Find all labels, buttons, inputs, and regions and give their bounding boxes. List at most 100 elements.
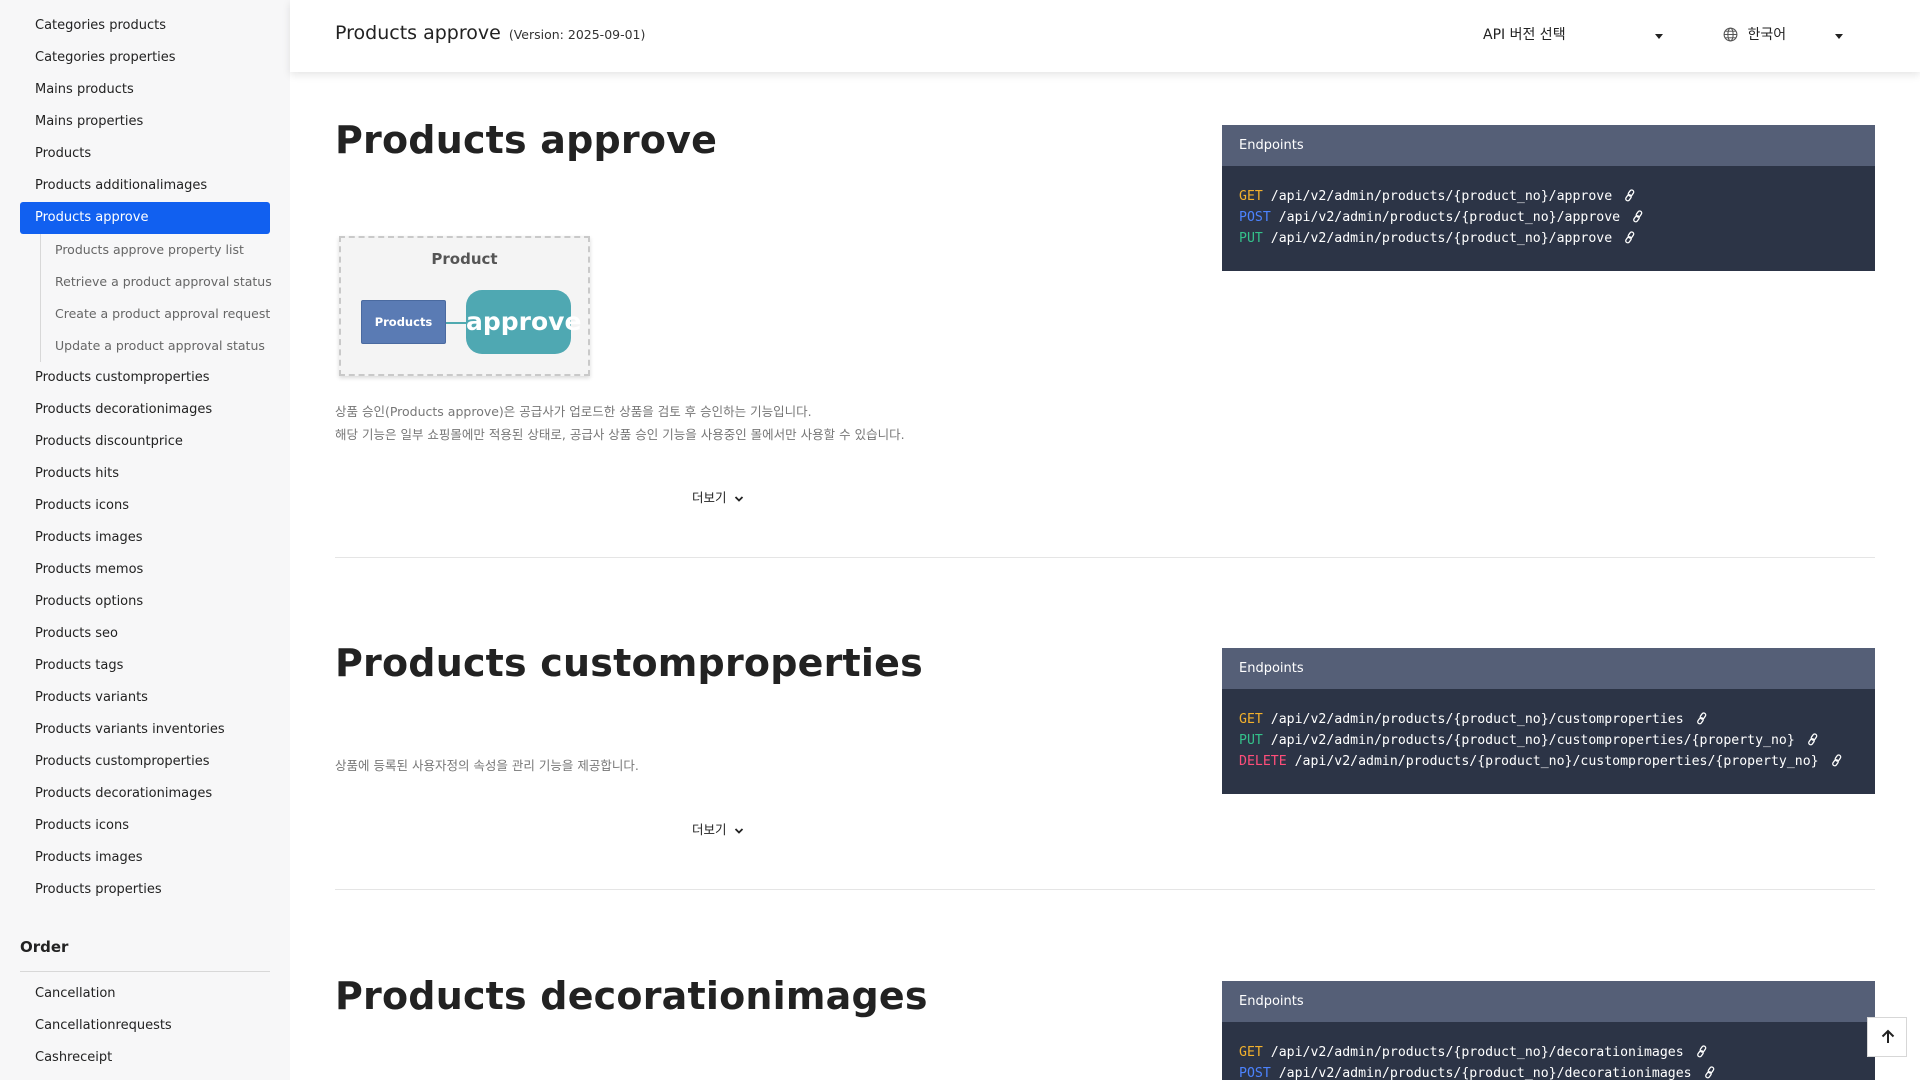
scroll-to-top-button[interactable] bbox=[1867, 1017, 1907, 1057]
endpoint-path: /api/v2/admin/products/{product_no}/deco… bbox=[1278, 1066, 1692, 1080]
sidebar-item-products-images[interactable]: Products images bbox=[20, 522, 270, 554]
diagram-box-products: Products bbox=[361, 300, 446, 344]
http-method-get: GET bbox=[1239, 189, 1263, 204]
sidebar-item-products-hits[interactable]: Products hits bbox=[20, 458, 270, 490]
sidebar-item-products-discountprice[interactable]: Products discountprice bbox=[20, 426, 270, 458]
link-icon[interactable] bbox=[1831, 754, 1843, 767]
description-line: 해당 기능은 일부 쇼핑몰에만 적용된 상태로, 공급사 상품 승인 기능을 사… bbox=[335, 427, 905, 442]
more-button[interactable]: 더보기 bbox=[692, 487, 744, 506]
sidebar-subitem-retrieve-status[interactable]: Retrieve a product approval status bbox=[41, 266, 272, 298]
sidebar: Categories products Categories propertie… bbox=[0, 0, 290, 1080]
link-icon[interactable] bbox=[1807, 733, 1819, 746]
endpoint-row: PUT /api/v2/admin/products/{product_no}/… bbox=[1239, 228, 1858, 249]
link-icon[interactable] bbox=[1696, 1045, 1708, 1058]
endpoints-list: GET /api/v2/admin/products/{product_no}/… bbox=[1222, 689, 1875, 794]
sidebar-item-mains-properties[interactable]: Mains properties bbox=[20, 106, 270, 138]
endpoints-list: GET /api/v2/admin/products/{product_no}/… bbox=[1222, 166, 1875, 271]
section-products-customproperties: Products customproperties Endpoints GET … bbox=[335, 641, 1875, 890]
sidebar-item-products-icons[interactable]: Products icons bbox=[20, 490, 270, 522]
sidebar-item-products-memos[interactable]: Products memos bbox=[20, 554, 270, 586]
endpoint-path: /api/v2/admin/products/{product_no}/appr… bbox=[1270, 189, 1613, 204]
section-products-decorationimages: Products decorationimages Endpoints GET … bbox=[335, 974, 1875, 1080]
sidebar-item-cancellation[interactable]: Cancellation bbox=[20, 978, 270, 1010]
chevron-down-icon bbox=[734, 828, 743, 834]
link-icon[interactable] bbox=[1696, 712, 1708, 725]
sidebar-item-products-tags[interactable]: Products tags bbox=[20, 650, 270, 682]
sidebar-item-categories-properties[interactable]: Categories properties bbox=[20, 42, 270, 74]
sidebar-subitem-update-status[interactable]: Update a product approval status bbox=[41, 330, 270, 362]
sidebar-section-order: Order Cancellation Cancellationrequests … bbox=[20, 936, 270, 1074]
sidebar-item-products-properties[interactable]: Products properties bbox=[20, 874, 270, 906]
globe-icon bbox=[1723, 27, 1738, 42]
sidebar-item-products[interactable]: Products bbox=[20, 138, 270, 170]
endpoints-list: GET /api/v2/admin/products/{product_no}/… bbox=[1222, 1022, 1875, 1080]
link-icon[interactable] bbox=[1624, 231, 1636, 244]
sidebar-item-products-customproperties[interactable]: Products customproperties bbox=[20, 362, 270, 394]
link-icon[interactable] bbox=[1632, 210, 1644, 223]
endpoint-row: POST /api/v2/admin/products/{product_no}… bbox=[1239, 207, 1858, 228]
sidebar-item-products-variants-inventories[interactable]: Products variants inventories bbox=[20, 714, 270, 746]
sidebar-item-products-seo[interactable]: Products seo bbox=[20, 618, 270, 650]
sidebar-item-products-icons-2[interactable]: Products icons bbox=[20, 810, 270, 842]
page-title-text: Products approve bbox=[335, 22, 501, 44]
top-header: Products approve (Version: 2025-09-01) A… bbox=[290, 0, 1920, 72]
description-line: 상품 승인(Products approve)은 공급사가 업로드한 상품을 검… bbox=[335, 404, 812, 419]
endpoint-row: POST /api/v2/admin/products/{product_no}… bbox=[1239, 1063, 1858, 1080]
endpoint-path: /api/v2/admin/products/{product_no}/appr… bbox=[1270, 231, 1613, 246]
language-select-label: 한국어 bbox=[1747, 27, 1787, 43]
chevron-down-icon bbox=[734, 496, 743, 502]
endpoints-panel: Endpoints GET /api/v2/admin/products/{pr… bbox=[1222, 981, 1875, 1080]
diagram-pill-approve: approve bbox=[466, 290, 581, 354]
sidebar-item-products-decorationimages-2[interactable]: Products decorationimages bbox=[20, 778, 270, 810]
endpoints-panel: Endpoints GET /api/v2/admin/products/{pr… bbox=[1222, 648, 1875, 794]
more-button-label: 더보기 bbox=[692, 822, 727, 837]
sidebar-item-products-images-2[interactable]: Products images bbox=[20, 842, 270, 874]
sidebar-item-products-variants[interactable]: Products variants bbox=[20, 682, 270, 714]
section-divider bbox=[335, 889, 1875, 890]
arrow-up-icon bbox=[1881, 1029, 1895, 1043]
endpoints-panel: Endpoints GET /api/v2/admin/products/{pr… bbox=[1222, 125, 1875, 271]
sidebar-item-mains-products[interactable]: Mains products bbox=[20, 74, 270, 106]
sidebar-item-categories-products[interactable]: Categories products bbox=[20, 10, 270, 42]
section-description: 상품에 등록된 사용자정의 속성을 관리 기능을 제공합니다. bbox=[335, 754, 639, 777]
sidebar-submenu: Products approve property list Retrieve … bbox=[40, 234, 272, 362]
endpoint-row: PUT /api/v2/admin/products/{product_no}/… bbox=[1239, 730, 1858, 751]
section-description: 상품 승인(Products approve)은 공급사가 업로드한 상품을 검… bbox=[335, 400, 905, 446]
sidebar-item-cashreceipt[interactable]: Cashreceipt bbox=[20, 1042, 270, 1074]
endpoint-path: /api/v2/admin/products/{product_no}/cust… bbox=[1270, 712, 1684, 727]
endpoint-row: GET /api/v2/admin/products/{product_no}/… bbox=[1239, 709, 1858, 730]
caret-down-icon bbox=[1835, 34, 1843, 39]
sidebar-item-products-additionalimages[interactable]: Products additionalimages bbox=[20, 170, 270, 202]
http-method-post: POST bbox=[1239, 210, 1271, 225]
http-method-get: GET bbox=[1239, 1045, 1263, 1060]
sidebar-item-products-customproperties-2[interactable]: Products customproperties bbox=[20, 746, 270, 778]
resource-diagram: Product Products approve bbox=[339, 236, 590, 376]
http-method-put: PUT bbox=[1239, 733, 1263, 748]
sidebar-section-title[interactable]: Order bbox=[20, 936, 270, 972]
endpoint-row: GET /api/v2/admin/products/{product_no}/… bbox=[1239, 186, 1858, 207]
endpoint-path: /api/v2/admin/products/{product_no}/cust… bbox=[1294, 754, 1819, 769]
endpoint-path: /api/v2/admin/products/{product_no}/appr… bbox=[1278, 210, 1621, 225]
description-line: 상품에 등록된 사용자정의 속성을 관리 기능을 제공합니다. bbox=[335, 758, 639, 773]
sidebar-item-products-approve[interactable]: Products approve bbox=[20, 202, 270, 234]
more-button[interactable]: 더보기 bbox=[692, 819, 744, 838]
endpoint-path: /api/v2/admin/products/{product_no}/deco… bbox=[1270, 1045, 1684, 1060]
endpoints-header: Endpoints bbox=[1222, 648, 1875, 689]
version-label: (Version: 2025-09-01) bbox=[508, 27, 646, 42]
endpoint-row: DELETE /api/v2/admin/products/{product_n… bbox=[1239, 751, 1858, 772]
sidebar-item-cancellationrequests[interactable]: Cancellationrequests bbox=[20, 1010, 270, 1042]
link-icon[interactable] bbox=[1704, 1066, 1716, 1079]
sidebar-subitem-create-request[interactable]: Create a product approval request bbox=[41, 298, 270, 330]
caret-down-icon bbox=[1655, 34, 1663, 39]
endpoint-path: /api/v2/admin/products/{product_no}/cust… bbox=[1270, 733, 1795, 748]
endpoints-header: Endpoints bbox=[1222, 981, 1875, 1022]
http-method-get: GET bbox=[1239, 712, 1263, 727]
http-method-put: PUT bbox=[1239, 231, 1263, 246]
sidebar-subitem-property-list[interactable]: Products approve property list bbox=[41, 234, 270, 266]
sidebar-item-products-options[interactable]: Products options bbox=[20, 586, 270, 618]
sidebar-item-products-decorationimages[interactable]: Products decorationimages bbox=[20, 394, 270, 426]
api-version-select[interactable]: API 버전 선택 bbox=[1483, 24, 1663, 44]
language-select[interactable]: 한국어 bbox=[1723, 24, 1843, 44]
link-icon[interactable] bbox=[1624, 189, 1636, 202]
diagram-connector bbox=[446, 322, 466, 324]
